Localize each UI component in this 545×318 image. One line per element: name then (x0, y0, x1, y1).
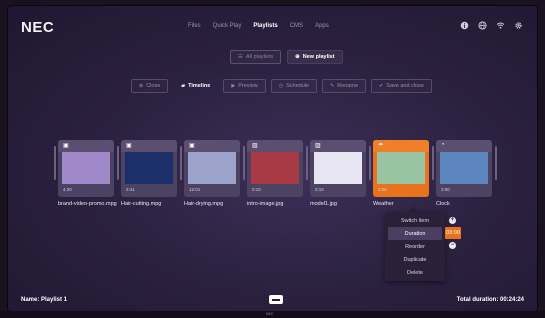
timeline-item[interactable]: ▣ 4:20 brand-video-promo.mpg (58, 140, 117, 208)
top-navigation: Files Quick Play Playlists CMS Apps (188, 23, 329, 29)
item-preview (125, 152, 173, 184)
item-context-menu: Switch item Duration Reorder Duplicate D… (385, 212, 445, 281)
status-icons (460, 21, 523, 30)
all-playlists-button[interactable]: ☰ All playlists (230, 50, 282, 64)
schedule-button[interactable]: ◷ Schedule (270, 79, 318, 93)
globe-icon[interactable] (478, 21, 487, 30)
check-circle-icon: ✔ (379, 83, 384, 89)
settings-gear-icon[interactable] (514, 21, 523, 30)
item-thumbnail: ☂ 3:00 (373, 140, 429, 197)
item-thumbnail: ▣ 3:41 (121, 140, 177, 197)
save-and-close-button[interactable]: ✔ Save and close (371, 79, 432, 93)
item-name: intro-image.jpg (247, 201, 284, 207)
menu-item-duplicate[interactable]: Duplicate (385, 253, 445, 266)
playlist-name: Name: Playlist 1 (21, 297, 68, 303)
timeline-separator[interactable] (243, 146, 245, 180)
item-name: Clock (436, 201, 450, 207)
list-icon: ☰ (238, 54, 243, 60)
item-thumbnail: ▨ 0:10 (247, 140, 303, 197)
preview-button[interactable]: ▶ Preview (223, 79, 266, 93)
item-name: Hair-drying.mpg (184, 201, 224, 207)
item-preview (62, 152, 110, 184)
plus-circle-icon: ⊕ (295, 54, 300, 60)
increase-duration-button[interactable]: + (449, 217, 456, 224)
wifi-icon[interactable] (496, 21, 505, 30)
menu-item-switch-item[interactable]: Switch item (385, 214, 445, 227)
info-icon[interactable] (460, 21, 469, 30)
video-icon: ▣ (63, 143, 69, 149)
timeline-separator[interactable] (432, 146, 434, 180)
item-name: brand-video-promo.mpg (58, 201, 117, 207)
playlist-timeline: ▣ 4:20 brand-video-promo.mpg ▣ 3:41 Hair… (54, 140, 514, 220)
item-preview (377, 152, 425, 184)
close-button[interactable]: ⊗ Close (131, 79, 169, 93)
duration-value[interactable]: 03:00 (445, 227, 461, 239)
item-duration: 12:01 (189, 187, 201, 192)
item-duration: 2:00 (441, 187, 450, 192)
image-icon: ▨ (315, 143, 321, 149)
display-screen: NEC Files Quick Play Playlists CMS Apps … (8, 6, 537, 311)
item-duration: 3:41 (126, 187, 135, 192)
clock-icon: ◔ (441, 142, 445, 148)
item-preview (251, 152, 299, 184)
item-name: Hair-cutting.mpg (121, 201, 162, 207)
pencil-icon: ✎ (330, 83, 335, 89)
timeline-separator[interactable] (306, 146, 308, 180)
timeline-separator[interactable] (369, 146, 371, 180)
timeline-separator[interactable] (495, 146, 497, 180)
timeline-separator[interactable] (54, 146, 56, 180)
timeline-item-selected[interactable]: ☂ 3:00 Weather (373, 140, 429, 208)
timeline-separator[interactable] (180, 146, 182, 180)
timeline-item[interactable]: ▣ 3:41 Hair-cutting.mpg (121, 140, 177, 208)
menu-item-duration[interactable]: Duration (388, 227, 442, 240)
tab-cms[interactable]: CMS (290, 23, 303, 29)
item-duration: 3:00 (378, 187, 387, 192)
tab-files[interactable]: Files (188, 23, 201, 29)
tab-quick-play[interactable]: Quick Play (213, 23, 242, 29)
rename-button[interactable]: ✎ Rename (322, 79, 367, 93)
close-icon: ⊗ (139, 83, 144, 89)
new-playlist-button[interactable]: ⊕ New playlist (287, 50, 343, 64)
total-duration: Total duration: 00:24:24 (456, 297, 524, 303)
status-bar: Name: Playlist 1 Total duration: 00:24:2… (8, 293, 537, 311)
item-preview (314, 152, 362, 184)
item-name: model1.jpg (310, 201, 337, 207)
timeline-icon: ▰ (181, 83, 186, 89)
minimize-button[interactable] (269, 295, 283, 304)
timeline-item[interactable]: ◔ 2:00 Clock (436, 140, 492, 208)
video-icon: ▣ (126, 143, 132, 149)
item-thumbnail: ▣ 4:20 (58, 140, 114, 197)
tab-playlists[interactable]: Playlists (253, 23, 277, 29)
timeline-item[interactable]: ▣ 12:01 Hair-drying.mpg (184, 140, 240, 208)
image-icon: ▨ (252, 143, 258, 149)
item-thumbnail: ▨ 0:10 (310, 140, 366, 197)
play-icon: ▶ (231, 83, 236, 89)
item-preview (440, 152, 488, 184)
playlist-switcher: ☰ All playlists ⊕ New playlist (230, 50, 343, 64)
bezel-logo: NEC (266, 312, 274, 316)
menu-item-delete[interactable]: Delete (385, 266, 445, 279)
video-icon: ▣ (189, 143, 195, 149)
item-duration: 4:20 (63, 187, 72, 192)
tab-apps[interactable]: Apps (315, 23, 329, 29)
item-name: Weather (373, 201, 394, 207)
menu-item-reorder[interactable]: Reorder (385, 240, 445, 253)
item-thumbnail: ▣ 12:01 (184, 140, 240, 197)
editor-toolbar: ⊗ Close ▰ Timeline ▶ Preview ◷ Schedule … (131, 79, 432, 93)
decrease-duration-button[interactable]: − (449, 242, 456, 249)
nec-logo: NEC (21, 19, 55, 36)
item-duration: 0:10 (315, 187, 324, 192)
timeline-button[interactable]: ▰ Timeline (173, 79, 218, 93)
timeline-item[interactable]: ▨ 0:10 model1.jpg (310, 140, 366, 208)
weather-icon: ☂ (378, 143, 384, 149)
item-thumbnail: ◔ 2:00 (436, 140, 492, 197)
timeline-separator[interactable] (117, 146, 119, 180)
clock-icon: ◷ (278, 83, 284, 89)
item-duration: 0:10 (252, 187, 261, 192)
item-preview (188, 152, 236, 184)
timeline-item[interactable]: ▨ 0:10 intro-image.jpg (247, 140, 303, 208)
